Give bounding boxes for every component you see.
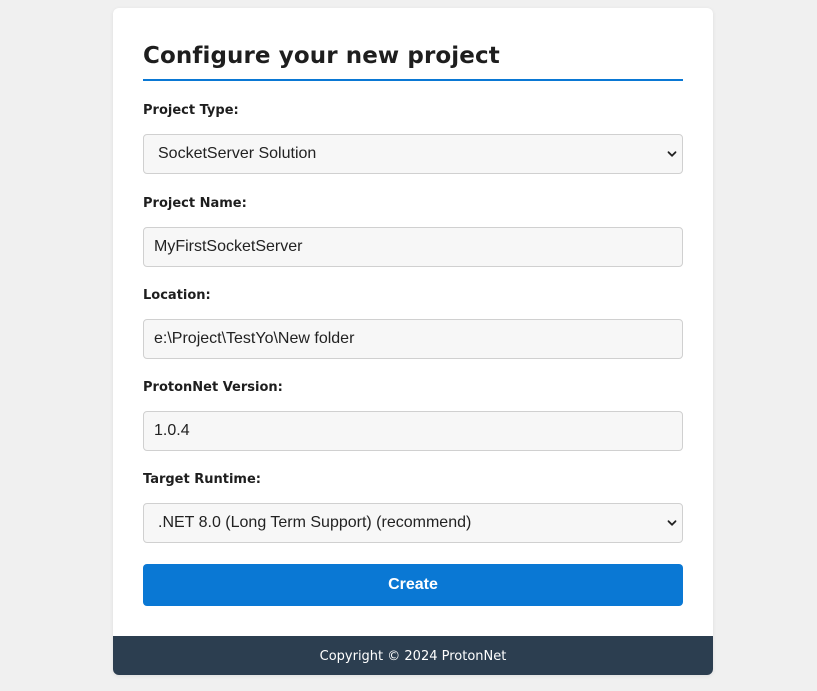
project-type-select[interactable]: SocketServer Solution xyxy=(143,134,683,174)
project-name-input[interactable]: MyFirstSocketServer xyxy=(143,227,683,267)
chevron-down-icon xyxy=(667,520,677,526)
project-type-selected-value: SocketServer Solution xyxy=(158,145,317,162)
page-title: Configure your new project xyxy=(143,43,500,69)
target-runtime-label: Target Runtime: xyxy=(143,472,261,487)
protonnet-version-value: 1.0.4 xyxy=(154,422,190,439)
project-type-label: Project Type: xyxy=(143,103,239,118)
chevron-down-icon xyxy=(667,151,677,157)
location-label: Location: xyxy=(143,288,211,303)
target-runtime-selected-value: .NET 8.0 (Long Term Support) (recommend) xyxy=(158,514,472,531)
protonnet-version-label: ProtonNet Version: xyxy=(143,380,283,395)
project-name-value: MyFirstSocketServer xyxy=(154,238,303,255)
location-input[interactable]: e:\Project\TestYo\New folder xyxy=(143,319,683,359)
protonnet-version-input[interactable]: 1.0.4 xyxy=(143,411,683,451)
project-name-label: Project Name: xyxy=(143,196,247,211)
project-config-card: Configure your new project Project Type:… xyxy=(113,8,713,675)
location-value: e:\Project\TestYo\New folder xyxy=(154,330,355,347)
title-underline xyxy=(143,79,683,81)
target-runtime-select[interactable]: .NET 8.0 (Long Term Support) (recommend) xyxy=(143,503,683,543)
create-button[interactable]: Create xyxy=(143,564,683,606)
copyright-text: Copyright © 2024 ProtonNet xyxy=(319,649,507,664)
footer: Copyright © 2024 ProtonNet xyxy=(113,636,713,675)
